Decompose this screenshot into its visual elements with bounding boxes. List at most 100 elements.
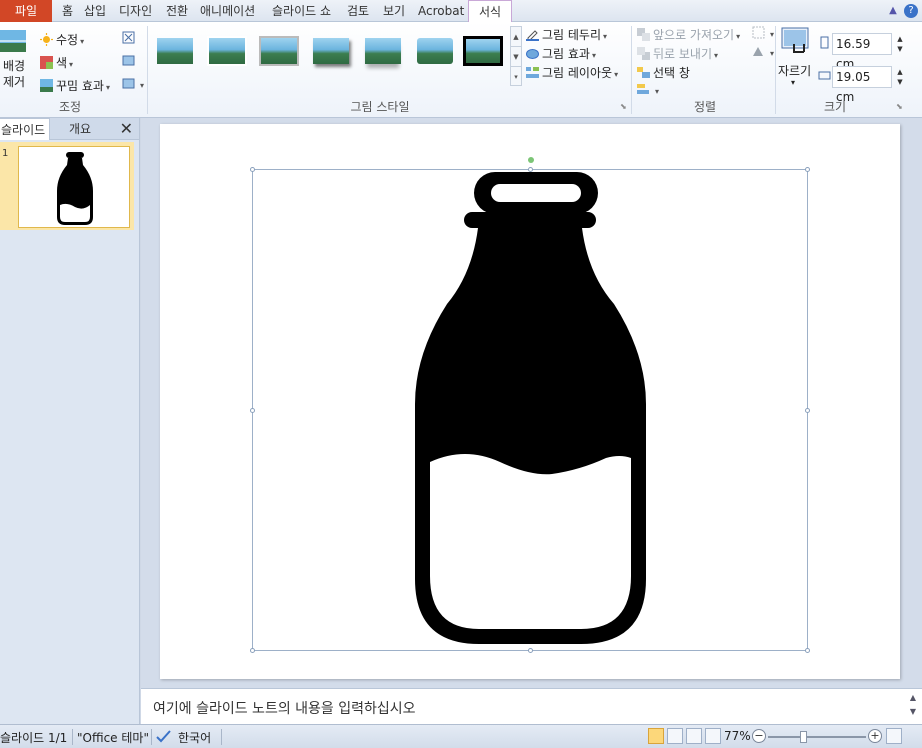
rotate-icon[interactable]: ▾ [752,45,774,59]
bring-forward-label: 앞으로 가져오기 [653,28,735,42]
notes-pane[interactable]: 여기에 슬라이드 노트의 내용을 입력하십시오 ▲ ▼ [141,688,922,724]
crop-icon[interactable] [780,26,812,59]
picture-style-5[interactable] [361,34,405,70]
align-icon [637,84,649,94]
compress-pictures-icon[interactable] [122,31,138,45]
language[interactable]: 한국어 [178,729,211,746]
artistic-effects-icon [40,79,53,92]
tab-format[interactable]: 서식 [468,0,513,23]
corrections-label: 수정 [56,33,79,47]
bring-forward-button[interactable]: 앞으로 가져오기 ▾ [637,26,740,43]
status-bar: 슬라이드 1/1 "Office 테마" 한국어 77% − + [0,724,922,748]
reading-view-icon[interactable] [686,728,702,744]
tab-file[interactable]: 파일 [0,0,52,22]
slide-number: 1 [2,148,9,159]
picture-style-3[interactable] [257,34,301,70]
picture-styles-group-label: 그림 스타일 [350,100,410,114]
tab-home[interactable]: 홈 [58,0,77,22]
remove-bg-label-1: 배경 [3,59,26,73]
resize-handle-b[interactable] [528,648,533,653]
corrections-button[interactable]: 수정 ▾ [40,31,84,48]
fit-to-window-icon[interactable] [886,728,902,744]
zoom-slider-knob[interactable] [800,731,807,743]
slide-sorter-view-icon[interactable] [667,728,683,744]
tab-acrobat[interactable]: Acrobat [414,0,468,22]
artistic-effects-label: 꾸밈 효과 [56,79,104,93]
tab-design[interactable]: 디자인 [115,0,156,22]
remove-background-button[interactable]: 배경 제거 [3,58,25,90]
zoom-in-icon[interactable]: + [868,729,882,743]
resize-handle-bl[interactable] [250,648,255,653]
selection-pane-button[interactable]: 선택 창 [637,64,690,81]
picture-layout-button[interactable]: 그림 레이아웃 ▾ [526,64,618,81]
artistic-effects-button[interactable]: 꾸밈 효과 ▾ [40,77,110,94]
minimize-ribbon-icon[interactable]: ▲ [889,5,897,16]
gallery-up-icon[interactable]: ▲ [511,27,521,47]
spellcheck-icon[interactable] [156,729,172,746]
help-icon[interactable]: ? [904,4,918,18]
slideshow-view-icon[interactable] [705,728,721,744]
notes-scrollbar[interactable]: ▲ ▼ [906,691,920,723]
height-spinner[interactable]: ▲ ▼ [894,34,906,54]
zoom-level[interactable]: 77% [724,729,751,743]
tab-slides[interactable]: 슬라이드 [0,118,51,140]
picture-style-2[interactable] [205,34,249,70]
resize-handle-t[interactable] [528,167,533,172]
slide-thumbnail-selected[interactable] [0,142,134,230]
picture-style-7[interactable] [461,34,505,70]
color-label: 색 [56,56,68,70]
slide-counter: 슬라이드 1/1 [0,731,68,745]
tab-transitions[interactable]: 전환 [162,0,192,22]
notes-placeholder[interactable]: 여기에 슬라이드 노트의 내용을 입력하십시오 [153,698,416,718]
zoom-slider[interactable] [768,736,866,738]
gallery-scroll[interactable]: ▲ ▼ ▾ [510,26,522,86]
remove-background-icon[interactable] [0,28,30,54]
size-dialog-launcher-icon[interactable]: ⬊ [896,102,903,111]
width-field[interactable]: 19.05 cm [832,66,892,104]
resize-handle-l[interactable] [250,408,255,413]
slide-thumbnail[interactable] [18,146,130,228]
status-separator [72,729,73,745]
width-spinner[interactable]: ▲ ▼ [894,67,906,87]
picture-effects-button[interactable]: 그림 효과 ▾ [526,45,596,62]
change-picture-icon[interactable] [122,54,138,68]
picture-style-4[interactable] [309,34,353,70]
styles-dialog-launcher-icon[interactable]: ⬊ [620,102,627,111]
gallery-down-icon[interactable]: ▼ [511,47,521,67]
picture-border-button[interactable]: 그림 테두리 ▾ [526,26,607,43]
bring-forward-icon [637,28,650,41]
send-backward-label: 뒤로 보내기 [653,47,713,61]
resize-handle-tl[interactable] [250,167,255,172]
color-icon [40,56,53,69]
rotate-handle[interactable] [528,157,534,163]
normal-view-icon[interactable] [648,728,664,744]
resize-handle-tr[interactable] [805,167,810,172]
reset-picture-icon[interactable]: ▾ [122,77,144,91]
tab-view[interactable]: 보기 [379,0,409,22]
tab-review[interactable]: 검토 [343,0,373,22]
slide-canvas[interactable] [160,124,900,679]
resize-handle-r[interactable] [805,408,810,413]
tab-slideshow[interactable]: 슬라이드 쇼 [268,0,335,22]
color-button[interactable]: 색 ▾ [40,54,73,71]
gallery-more-icon[interactable]: ▾ [511,67,521,87]
height-field[interactable]: 16.59 cm [832,33,892,71]
arrange-group-label: 정렬 [693,100,717,114]
tab-animations[interactable]: 애니메이션 [196,0,259,22]
pen-icon [526,30,539,41]
tab-outline[interactable]: 개요 [69,118,91,140]
align-button[interactable]: ▾ [637,83,659,97]
group-objects-icon[interactable]: ▾ [752,26,774,40]
picture-style-1[interactable] [153,34,197,70]
zoom-out-icon[interactable]: − [752,729,766,743]
resize-handle-br[interactable] [805,648,810,653]
sun-icon [40,33,53,46]
send-backward-button[interactable]: 뒤로 보내기 ▾ [637,45,718,62]
selection-pane-icon [637,67,650,78]
close-pane-icon[interactable]: ✕ [120,119,133,138]
crop-dropdown-icon[interactable]: ▾ [791,78,795,87]
tab-insert[interactable]: 삽입 [80,0,110,22]
picture-style-6[interactable] [413,34,457,70]
crop-button[interactable]: 자르기 [778,62,811,79]
ribbon: 배경 제거 수정 ▾ 색 ▾ 꾸밈 효과 ▾ ▾ 조정 ▲ ▼ ▾ 그림 테두리 ▾ 그… [0,22,922,118]
